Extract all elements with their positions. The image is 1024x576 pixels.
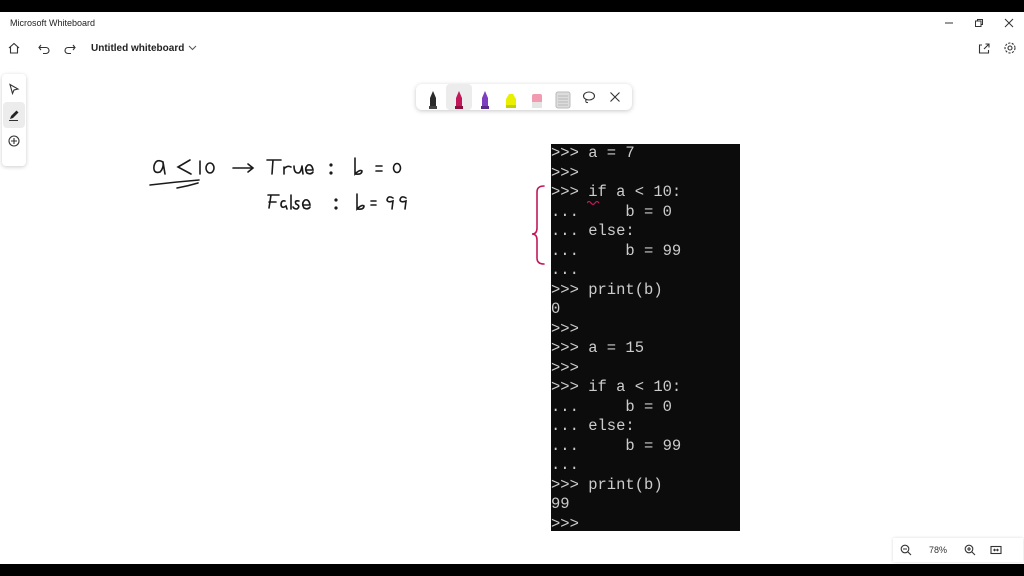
whiteboard-window: Microsoft Whiteboard Untitled whiteboard <box>0 12 1024 564</box>
zoom-level[interactable]: 78% <box>919 545 957 555</box>
terminal-line: ... <box>551 261 579 279</box>
terminal-line: 99 <box>551 495 570 513</box>
zoom-out-button[interactable] <box>893 538 919 562</box>
fit-to-screen-button[interactable] <box>983 538 1009 562</box>
handwriting-strokes <box>149 157 545 265</box>
python-terminal: >>> a = 7 >>> >>> if a < 10: ... b = 0 .… <box>551 144 740 531</box>
terminal-line: ... else: <box>551 222 635 240</box>
handwriting-line2 <box>267 193 407 211</box>
terminal-line: >>> <box>551 319 579 338</box>
terminal-line: ... b = 99 <box>551 436 682 455</box>
terminal-line: >>> print(b) <box>551 280 663 299</box>
terminal-line: >>> a = 15 <box>551 339 645 357</box>
terminal-line: ... else: <box>551 417 635 435</box>
zoom-controls: 78% <box>893 538 1023 562</box>
terminal-line: >>> <box>551 514 579 532</box>
magenta-bracket <box>531 185 545 265</box>
terminal-line: >>> a = 7 <box>551 144 635 162</box>
terminal-line: ... b = 99 <box>551 241 682 260</box>
zoom-out-icon <box>900 544 912 556</box>
terminal-line: >>> <box>551 163 579 182</box>
terminal-output: >>> a = 7 >>> >>> if a < 10: ... b = 0 .… <box>551 144 740 531</box>
terminal-line: 0 <box>551 300 561 318</box>
fit-screen-icon <box>990 545 1002 555</box>
handwriting-line1 <box>149 157 402 189</box>
spellcheck-squiggle <box>587 200 600 206</box>
terminal-line: ... b = 0 <box>551 202 672 221</box>
zoom-in-icon <box>964 544 976 556</box>
terminal-line: >>> <box>551 358 579 377</box>
zoom-in-button[interactable] <box>957 538 983 562</box>
terminal-line: ... b = 0 <box>551 397 672 416</box>
terminal-line: >>> print(b) <box>551 475 663 494</box>
terminal-line: >>> if a < 10: <box>551 378 682 396</box>
terminal-line: ... <box>551 456 579 474</box>
terminal-line: >>> if a < 10: <box>551 183 682 201</box>
